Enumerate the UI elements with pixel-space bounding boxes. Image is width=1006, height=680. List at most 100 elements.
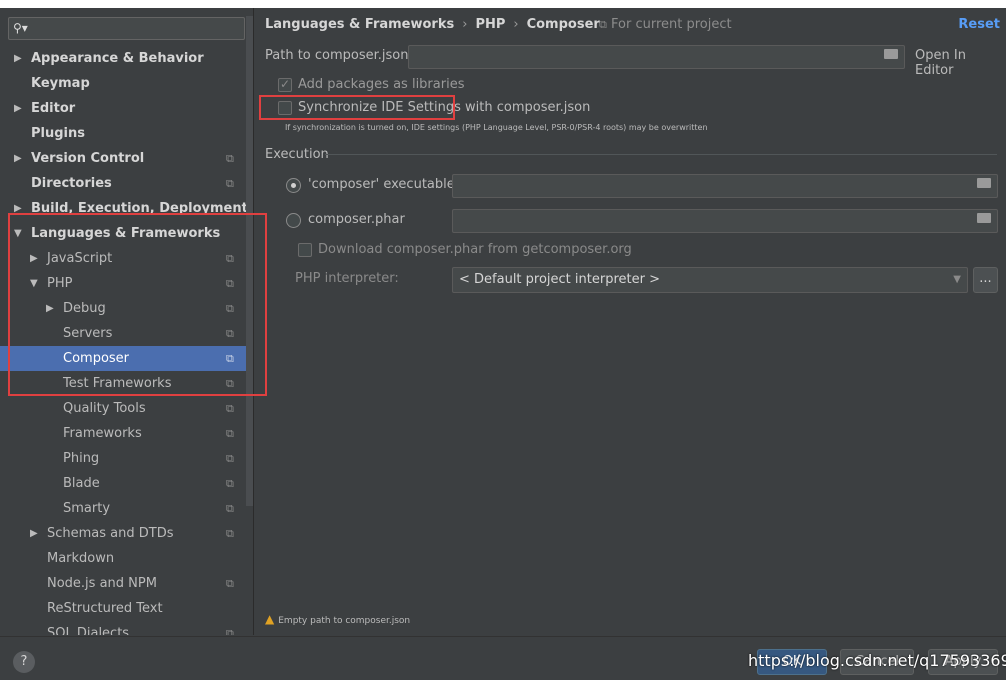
composer-executable-label: 'composer' executable	[308, 177, 455, 192]
sidebar-item-servers[interactable]: Servers ⧉	[0, 321, 246, 346]
folder-icon[interactable]	[884, 49, 898, 59]
composer-executable-radio[interactable]	[286, 178, 301, 193]
composer-phar-label: composer.phar	[308, 212, 405, 227]
download-phar-label: Download composer.phar from getcomposer.…	[318, 242, 632, 257]
help-button[interactable]: ?	[13, 651, 35, 673]
reset-button[interactable]: Reset	[958, 17, 1000, 32]
sidebar-item-quality-tools[interactable]: Quality Tools ⧉	[0, 396, 246, 421]
sidebar-item-label: Servers	[63, 326, 113, 341]
sidebar-item-restructured-text[interactable]: ReStructured Text	[0, 596, 246, 621]
sidebar-item-appearance-behavior[interactable]: ▶ Appearance & Behavior	[0, 46, 246, 71]
sidebar-item-blade[interactable]: Blade ⧉	[0, 471, 246, 496]
execution-section-title: Execution	[265, 147, 329, 162]
sync-hint: If synchronization is turned on, IDE set…	[285, 123, 708, 132]
sidebar-item-build-execution-deployment[interactable]: ▶ Build, Execution, Deployment	[0, 196, 248, 221]
copy-icon: ⧉	[226, 152, 234, 165]
copy-icon: ⧉	[226, 177, 234, 190]
sidebar-item-label: Markdown	[47, 551, 115, 566]
sidebar-item-php[interactable]: ▼ PHP ⧉	[0, 271, 246, 296]
copy-icon: ⧉	[226, 502, 234, 515]
expand-right-icon[interactable]: ▶	[46, 296, 54, 321]
sidebar-item-debug[interactable]: ▶ Debug ⧉	[0, 296, 246, 321]
apply-button[interactable]: Apply	[928, 649, 998, 675]
composer-phar-field[interactable]	[452, 209, 998, 233]
sidebar-item-plugins[interactable]: Plugins	[0, 121, 246, 146]
sidebar-item-keymap[interactable]: Keymap	[0, 71, 246, 96]
copy-icon: ⧉	[226, 452, 234, 465]
composer-phar-radio[interactable]	[286, 213, 301, 228]
sidebar-item-label: Smarty	[63, 501, 111, 516]
breadcrumb: Languages & Frameworks › PHP › Composer	[265, 17, 600, 32]
sidebar-item-label: Languages & Frameworks	[31, 226, 221, 241]
breadcrumb-separator: ›	[513, 17, 519, 32]
copy-icon: ⧉	[226, 627, 234, 635]
sidebar-item-label: Blade	[63, 476, 100, 491]
expand-right-icon[interactable]: ▶	[14, 146, 22, 171]
sidebar-item-editor[interactable]: ▶ Editor	[0, 96, 246, 121]
search-input[interactable]: ⚲▾	[8, 17, 245, 40]
sidebar-item-label: Quality Tools	[63, 401, 146, 416]
expand-right-icon[interactable]: ▶	[14, 196, 22, 221]
add-packages-checkbox[interactable]	[278, 77, 292, 92]
copy-icon: ⧉	[226, 402, 234, 415]
sidebar-item-sql-dialects[interactable]: SQL Dialects ⧉	[0, 621, 246, 635]
sidebar-item-version-control[interactable]: ▶ Version Control ⧉	[0, 146, 246, 171]
expand-down-icon[interactable]: ▼	[30, 271, 38, 296]
sidebar-item-schemas-and-dtds[interactable]: ▶ Schemas and DTDs ⧉	[0, 521, 246, 546]
sidebar-item-languages-frameworks[interactable]: ▼ Languages & Frameworks	[0, 221, 246, 246]
sync-ide-settings-label: Synchronize IDE Settings with composer.j…	[298, 100, 591, 115]
ok-button[interactable]: OK	[757, 649, 827, 675]
php-interpreter-select[interactable]: < Default project interpreter > ▼	[452, 267, 968, 293]
breadcrumb-languages[interactable]: Languages & Frameworks	[265, 17, 454, 32]
sync-ide-settings-checkbox[interactable]	[278, 101, 292, 115]
sidebar-item-label: Composer	[63, 351, 130, 366]
expand-right-icon[interactable]: ▶	[14, 46, 22, 71]
copy-icon: ⧉	[226, 577, 234, 590]
sidebar-item-label: Node.js and NPM	[47, 576, 157, 591]
sidebar-item-label: Appearance & Behavior	[31, 51, 204, 66]
copy-icon: ⧉	[226, 302, 234, 315]
sidebar-item-frameworks[interactable]: Frameworks ⧉	[0, 421, 246, 446]
sidebar-item-label: Test Frameworks	[63, 376, 172, 391]
composer-executable-field[interactable]	[452, 174, 998, 198]
breadcrumb-php[interactable]: PHP	[475, 17, 505, 32]
more-button[interactable]: ...	[973, 267, 998, 293]
settings-sidebar: ⚲▾ ▶ Appearance & Behavior Keymap ▶ Editor Pl…	[0, 8, 254, 635]
sidebar-item-markdown[interactable]: Markdown	[0, 546, 246, 571]
sidebar-item-label: Keymap	[31, 76, 90, 91]
sidebar-item-phing[interactable]: Phing ⧉	[0, 446, 246, 471]
sidebar-item-directories[interactable]: Directories ⧉	[0, 171, 246, 196]
sidebar-item-smarty[interactable]: Smarty ⧉	[0, 496, 246, 521]
copy-icon: ⧉	[226, 527, 234, 540]
sidebar-item-label: Plugins	[31, 126, 85, 141]
sidebar-item-node-js-and-npm[interactable]: Node.js and NPM ⧉	[0, 571, 246, 596]
sidebar-item-label: ReStructured Text	[47, 601, 163, 616]
copy-icon: ⧉	[226, 427, 234, 440]
expand-right-icon[interactable]: ▶	[14, 96, 22, 121]
sidebar-scrollbar[interactable]	[246, 16, 253, 506]
sidebar-item-test-frameworks[interactable]: Test Frameworks ⧉	[0, 371, 246, 396]
sidebar-item-composer[interactable]: Composer ⧉	[0, 346, 246, 371]
php-interpreter-label: PHP interpreter:	[295, 271, 399, 286]
warning-icon: ▲	[265, 612, 275, 626]
open-in-editor-button[interactable]: Open In Editor	[915, 48, 1006, 78]
sidebar-item-label: Phing	[63, 451, 100, 466]
search-icon: ⚲▾	[13, 21, 28, 35]
expand-right-icon[interactable]: ▶	[30, 246, 38, 271]
cancel-button[interactable]: Cancel	[840, 649, 914, 675]
composer-settings-panel: Languages & Frameworks › PHP › Composer ⧉ Fo…	[255, 8, 1006, 635]
sidebar-item-label: Frameworks	[63, 426, 142, 441]
sidebar-item-label: Version Control	[31, 151, 145, 166]
copy-icon: ⧉	[226, 252, 234, 265]
copy-icon: ⧉	[226, 277, 234, 290]
scope-indicator: ⧉ For current project	[599, 17, 732, 32]
download-phar-checkbox[interactable]	[298, 243, 312, 257]
folder-icon[interactable]	[977, 178, 991, 188]
sidebar-item-javascript[interactable]: ▶ JavaScript ⧉	[0, 246, 246, 271]
expand-right-icon[interactable]: ▶	[30, 521, 38, 546]
expand-down-icon[interactable]: ▼	[14, 221, 22, 246]
composer-json-path-field[interactable]	[408, 45, 905, 69]
sidebar-item-label: SQL Dialects	[47, 626, 130, 635]
copy-icon: ⧉	[599, 18, 607, 31]
folder-icon[interactable]	[977, 213, 991, 223]
